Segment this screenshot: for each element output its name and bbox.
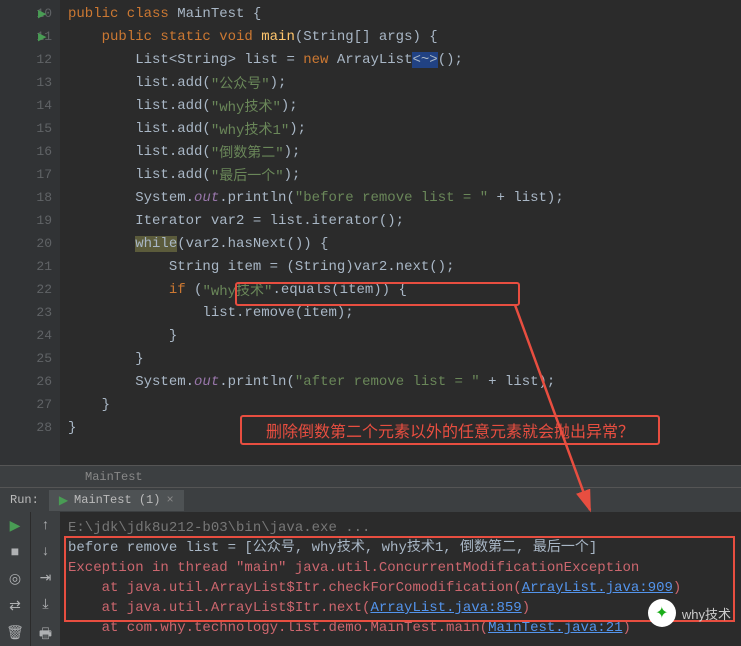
line-number[interactable]: 18 — [0, 186, 60, 209]
code-area[interactable]: public class MainTest { public static vo… — [60, 0, 741, 465]
code-line[interactable]: list.add("最后一个"); — [68, 163, 741, 186]
stop-icon[interactable]: ■ — [11, 545, 19, 561]
code-line[interactable]: System.out.println("before remove list =… — [68, 186, 741, 209]
code-line[interactable]: list.add("why技术"); — [68, 94, 741, 117]
console-line: Exception in thread "main" java.util.Con… — [68, 558, 733, 578]
code-line[interactable]: } — [68, 393, 741, 416]
run-tab-play-icon: ▶ — [59, 493, 68, 508]
code-line[interactable]: list.add("倒数第二"); — [68, 140, 741, 163]
run-header: Run: ▶ MainTest (1) × — [0, 488, 741, 512]
console-line: before remove list = [公众号, why技术, why技术1… — [68, 538, 733, 558]
line-number[interactable]: 19 — [0, 209, 60, 232]
line-number[interactable]: ▶11 — [0, 25, 60, 48]
console-line: at java.util.ArrayList$Itr.next(ArrayLis… — [68, 598, 733, 618]
print-icon[interactable]: 🖶 — [39, 623, 52, 646]
run-tab-label: MainTest (1) — [74, 493, 160, 507]
run-body: ▶ ■ ◎ ⇄ 🗑 ↑ ↓ ⇥ ⤓ 🖶 E:\jdk\jdk8u212-b03\… — [0, 512, 741, 646]
dump-icon[interactable]: ◎ — [9, 571, 21, 588]
code-line[interactable]: public class MainTest { — [68, 2, 741, 25]
line-number[interactable]: 14 — [0, 94, 60, 117]
breadcrumb-item[interactable]: MainTest — [85, 470, 143, 484]
annotation-box-if — [235, 282, 520, 306]
layout-icon[interactable]: ⇄ — [9, 598, 21, 615]
line-number[interactable]: 23 — [0, 301, 60, 324]
stacktrace-link[interactable]: ArrayList.java:859 — [370, 600, 521, 616]
run-tab[interactable]: ▶ MainTest (1) × — [49, 490, 184, 511]
code-line[interactable]: List<String> list = new ArrayList<~>(); — [68, 48, 741, 71]
wechat-icon: ✦ — [648, 599, 676, 627]
code-line[interactable]: } — [68, 324, 741, 347]
line-number[interactable]: 15 — [0, 117, 60, 140]
stacktrace-link[interactable]: ArrayList.java:909 — [522, 580, 673, 596]
close-icon[interactable]: × — [166, 493, 173, 507]
line-number[interactable]: 28 — [0, 416, 60, 439]
watermark: ✦ why技术 — [648, 599, 731, 627]
wrap-icon[interactable]: ⇥ — [40, 570, 52, 587]
line-number[interactable]: 24 — [0, 324, 60, 347]
line-number[interactable]: ▶10 — [0, 2, 60, 25]
run-label: Run: — [0, 493, 49, 507]
line-number[interactable]: 16 — [0, 140, 60, 163]
code-line[interactable]: System.out.println("after remove list = … — [68, 370, 741, 393]
code-line[interactable]: Iterator var2 = list.iterator(); — [68, 209, 741, 232]
line-number[interactable]: 13 — [0, 71, 60, 94]
line-number[interactable]: 20 — [0, 232, 60, 255]
code-line[interactable]: } — [68, 347, 741, 370]
code-line[interactable]: list.add("公众号"); — [68, 71, 741, 94]
annotation-callout: 删除倒数第二个元素以外的任意元素就会抛出异常？ — [240, 415, 660, 445]
console-line: at java.util.ArrayList$Itr.checkForComod… — [68, 578, 733, 598]
console-output[interactable]: E:\jdk\jdk8u212-b03\bin\java.exe ...befo… — [60, 512, 741, 646]
code-line[interactable]: String item = (String)var2.next(); — [68, 255, 741, 278]
code-line[interactable]: while(var2.hasNext()) { — [68, 232, 741, 255]
code-line[interactable]: public static void main(String[] args) { — [68, 25, 741, 48]
up-icon[interactable]: ↑ — [41, 518, 49, 534]
callout-text: 删除倒数第二个元素以外的任意元素就会抛出异常？ — [266, 418, 634, 442]
editor-area: ▶10▶111213141516171819202122232425262728… — [0, 0, 741, 465]
watermark-text: why技术 — [682, 604, 731, 623]
line-number[interactable]: 27 — [0, 393, 60, 416]
run-gutter-icon[interactable]: ▶ — [38, 30, 46, 44]
rerun-icon[interactable]: ▶ — [10, 518, 21, 535]
breadcrumb-bar: MainTest — [0, 465, 741, 487]
line-number[interactable]: 12 — [0, 48, 60, 71]
line-number[interactable]: 17 — [0, 163, 60, 186]
stacktrace-link[interactable]: MainTest.java:21 — [488, 620, 622, 636]
scroll-icon[interactable]: ⤓ — [42, 597, 48, 613]
console-line: E:\jdk\jdk8u212-b03\bin\java.exe ... — [68, 518, 733, 538]
run-toolbar-left: ▶ ■ ◎ ⇄ 🗑 — [0, 512, 30, 646]
run-toolbar-right: ↑ ↓ ⇥ ⤓ 🖶 — [30, 512, 60, 646]
line-number[interactable]: 22 — [0, 278, 60, 301]
down-icon[interactable]: ↓ — [41, 544, 49, 560]
code-line[interactable]: list.add("why技术1"); — [68, 117, 741, 140]
run-gutter-icon[interactable]: ▶ — [38, 7, 46, 21]
line-gutter: ▶10▶111213141516171819202122232425262728 — [0, 0, 60, 465]
run-panel: Run: ▶ MainTest (1) × ▶ ■ ◎ ⇄ 🗑 ↑ ↓ ⇥ ⤓ … — [0, 487, 741, 646]
line-number[interactable]: 26 — [0, 370, 60, 393]
line-number[interactable]: 25 — [0, 347, 60, 370]
console-line: at com.why.technology.list.demo.MainTest… — [68, 618, 733, 638]
line-number[interactable]: 21 — [0, 255, 60, 278]
trash-icon[interactable]: 🗑 — [6, 625, 24, 642]
